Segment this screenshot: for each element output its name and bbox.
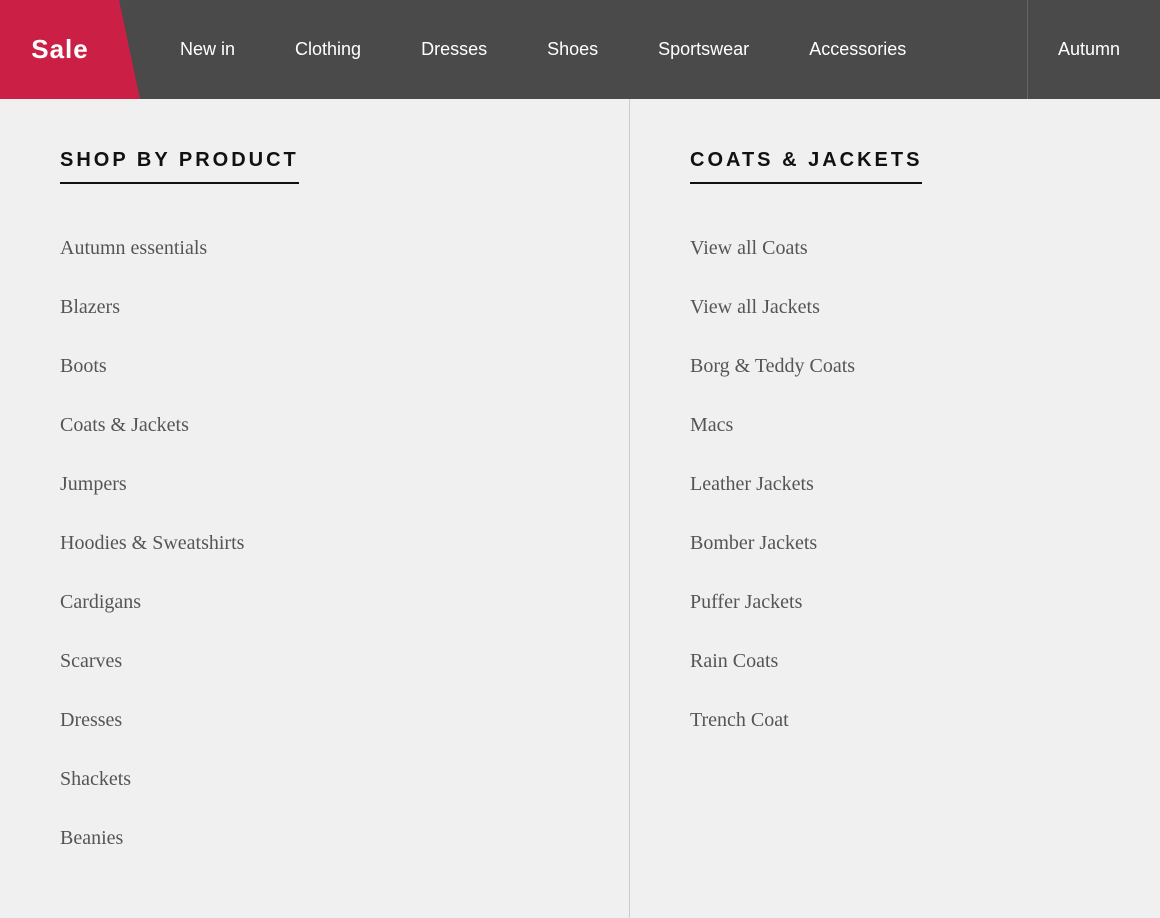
left-panel: SHOP BY PRODUCT Autumn essentials Blazers…	[0, 99, 630, 918]
shop-by-product-link[interactable]: Shackets	[60, 768, 131, 790]
coats-jackets-title: COATS & JACKETS	[690, 149, 922, 184]
shop-by-product-link[interactable]: Jumpers	[60, 473, 127, 495]
coats-jackets-link[interactable]: Rain Coats	[690, 650, 778, 672]
list-item: View all Coats	[690, 219, 1100, 278]
shop-by-product-list: Autumn essentials Blazers Boots Coats & Jac…	[60, 219, 569, 868]
coats-jackets-link[interactable]: View all Jackets	[690, 296, 820, 318]
list-item: View all Jackets	[690, 278, 1100, 337]
shop-by-product-link[interactable]: Boots	[60, 355, 107, 377]
navbar: Sale New inClothingDressesShoesSportswea…	[0, 0, 1160, 99]
nav-item-sportswear[interactable]: Sportswear	[628, 0, 779, 99]
shop-by-product-link[interactable]: Dresses	[60, 709, 122, 731]
nav-item-dresses[interactable]: Dresses	[391, 0, 517, 99]
coats-jackets-link[interactable]: Leather Jackets	[690, 473, 814, 495]
nav-item-new-in[interactable]: New in	[150, 0, 265, 99]
shop-by-product-link[interactable]: Beanies	[60, 827, 123, 849]
shop-by-product-link[interactable]: Scarves	[60, 650, 122, 672]
list-item: Shackets	[60, 750, 569, 809]
coats-jackets-link[interactable]: Borg & Teddy Coats	[690, 355, 855, 377]
coats-jackets-list: View all Coats View all Jackets Borg & Ted…	[690, 219, 1100, 750]
list-item: Macs	[690, 396, 1100, 455]
nav-item-clothing[interactable]: Clothing	[265, 0, 391, 99]
list-item: Blazers	[60, 278, 569, 337]
list-item: Puffer Jackets	[690, 573, 1100, 632]
list-item: Boots	[60, 337, 569, 396]
nav-items: New inClothingDressesShoesSportswearAcce…	[140, 0, 1160, 99]
shop-by-product-link[interactable]: Autumn essentials	[60, 237, 207, 259]
list-item: Borg & Teddy Coats	[690, 337, 1100, 396]
shop-by-product-link[interactable]: Hoodies & Sweatshirts	[60, 532, 244, 554]
shop-by-product-link[interactable]: Cardigans	[60, 591, 141, 613]
sale-label: Sale	[31, 34, 89, 65]
coats-jackets-link[interactable]: Bomber Jackets	[690, 532, 817, 554]
list-item: Rain Coats	[690, 632, 1100, 691]
list-item: Jumpers	[60, 455, 569, 514]
list-item: Bomber Jackets	[690, 514, 1100, 573]
right-panel: COATS & JACKETS View all Coats View all J…	[630, 99, 1160, 918]
coats-jackets-link[interactable]: Trench Coat	[690, 709, 789, 731]
coats-jackets-link[interactable]: Puffer Jackets	[690, 591, 802, 613]
coats-jackets-link[interactable]: Macs	[690, 414, 733, 436]
list-item: Hoodies & Sweatshirts	[60, 514, 569, 573]
shop-by-product-link[interactable]: Blazers	[60, 296, 120, 318]
shop-by-product-link[interactable]: Coats & Jackets	[60, 414, 189, 436]
list-item: Scarves	[60, 632, 569, 691]
list-item: Trench Coat	[690, 691, 1100, 750]
nav-item-accessories[interactable]: Accessories	[779, 0, 936, 99]
nav-item-shoes[interactable]: Shoes	[517, 0, 628, 99]
main-content: SHOP BY PRODUCT Autumn essentials Blazers…	[0, 99, 1160, 918]
coats-jackets-link[interactable]: View all Coats	[690, 237, 808, 259]
list-item: Coats & Jackets	[60, 396, 569, 455]
nav-item-autumn[interactable]: Autumn	[1027, 0, 1150, 99]
sale-tab[interactable]: Sale	[0, 0, 140, 99]
list-item: Leather Jackets	[690, 455, 1100, 514]
list-item: Dresses	[60, 691, 569, 750]
list-item: Autumn essentials	[60, 219, 569, 278]
list-item: Cardigans	[60, 573, 569, 632]
list-item: Beanies	[60, 809, 569, 868]
shop-by-product-title: SHOP BY PRODUCT	[60, 149, 299, 184]
